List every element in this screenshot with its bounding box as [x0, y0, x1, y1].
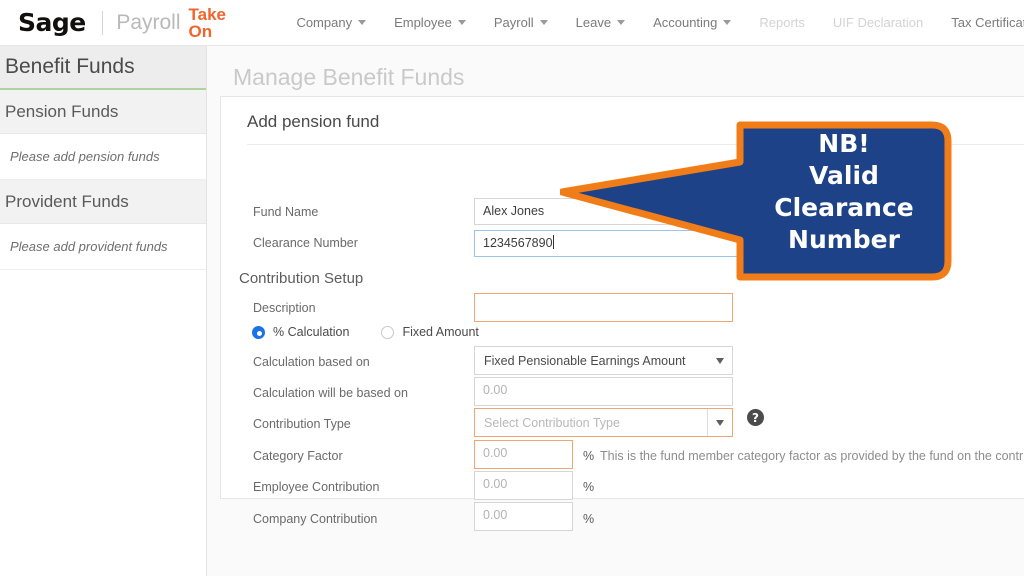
top-navigation-bar: Sage Payroll Take On Company Employee Payr… — [0, 0, 1024, 46]
callout-line-2: Valid — [809, 161, 879, 190]
product-name: Payroll — [116, 11, 181, 34]
sidebar-item-provident-funds[interactable]: Provident Funds — [0, 180, 206, 224]
radio-fixed-amount-label: Fixed Amount — [402, 325, 479, 339]
nav-item-label: Payroll — [493, 15, 534, 30]
company-contribution-input[interactable]: 0.00 — [474, 502, 573, 531]
sidebar-provident-empty-message: Please add provident funds — [0, 224, 206, 270]
category-factor-help-text: This is the fund member category factor … — [600, 449, 1024, 463]
nav-item-label: Accounting — [653, 15, 718, 30]
nav-item-label: Reports — [759, 15, 805, 30]
employee-contribution-percent-symbol: % — [583, 480, 595, 494]
app-root: Sage Payroll Take On Company Employee Payr… — [0, 0, 1024, 576]
nav-item-label: Company — [296, 15, 353, 30]
contribution-type-label: Contribution Type — [253, 417, 351, 431]
contribution-setup-heading: Contribution Setup — [239, 270, 364, 287]
sidebar-title: Benefit Funds — [0, 46, 206, 90]
nav-item-payroll[interactable]: Payroll — [480, 15, 562, 30]
fund-name-label: Fund Name — [253, 205, 319, 219]
sidebar-item-pension-funds[interactable]: Pension Funds — [0, 90, 206, 134]
nav-item-reports: Reports — [745, 15, 819, 30]
calculation-mode-radio-group: % Calculation Fixed Amount — [252, 325, 479, 339]
nav-item-uif-declaration: UIF Declaration — [819, 15, 937, 30]
nav-item-accounting[interactable]: Accounting — [639, 15, 745, 30]
nav-item-label: Leave — [575, 15, 612, 30]
calculation-based-on-label: Calculation based on — [253, 355, 370, 369]
brand-logo[interactable]: Sage Payroll Take On — [0, 6, 226, 40]
clearance-number-label: Clearance Number — [253, 236, 358, 250]
calculation-will-be-based-on-input[interactable]: 0.00 — [474, 377, 733, 406]
calculation-based-on-select[interactable]: Fixed Pensionable Earnings Amount — [474, 346, 733, 375]
company-contribution-percent-symbol: % — [583, 512, 595, 526]
company-contribution-label: Company Contribution — [253, 512, 378, 526]
sidebar-pension-empty-message: Please add pension funds — [0, 134, 206, 180]
clearance-number-value: 1234567890 — [483, 236, 553, 250]
contribution-type-value: Select Contribution Type — [484, 415, 620, 430]
chevron-down-icon — [358, 20, 367, 25]
category-factor-label: Category Factor — [253, 449, 343, 463]
category-factor-input[interactable]: 0.00 — [474, 440, 573, 469]
chevron-down-icon — [723, 20, 732, 25]
chevron-down-icon — [707, 409, 732, 436]
chevron-down-icon — [707, 347, 732, 374]
nav-item-label: Tax Certificates — [951, 15, 1024, 30]
product-tagline: Take On — [188, 4, 227, 41]
left-sidebar: Benefit Funds Pension Funds Please add p… — [0, 46, 207, 576]
chevron-down-icon — [539, 20, 548, 25]
nav-item-employee[interactable]: Employee — [380, 15, 480, 30]
callout-line-4: Number — [788, 225, 900, 254]
nav-item-label: UIF Declaration — [832, 15, 924, 30]
nav-item-label: Employee — [394, 15, 452, 30]
nav-item-tax-certificates[interactable]: Tax Certificates — [937, 15, 1024, 30]
description-label: Description — [253, 301, 316, 315]
nav-item-leave[interactable]: Leave — [562, 15, 639, 30]
brand-divider — [101, 10, 103, 35]
calculation-will-be-based-on-label: Calculation will be based on — [253, 386, 408, 400]
nav-item-company[interactable]: Company — [282, 15, 380, 30]
page-title: Manage Benefit Funds — [233, 64, 465, 90]
text-cursor — [552, 235, 554, 249]
description-input[interactable] — [474, 293, 733, 322]
chevron-down-icon — [457, 20, 466, 25]
sage-wordmark: Sage — [18, 8, 86, 37]
callout-line-1: NB! — [818, 129, 870, 158]
main-menu: Company Employee Payroll Leave Accounting Rep… — [282, 15, 1024, 30]
category-factor-percent-symbol: % — [583, 449, 595, 463]
card-title: Add pension fund — [247, 112, 380, 131]
employee-contribution-label: Employee Contribution — [253, 480, 380, 494]
calculation-based-on-value: Fixed Pensionable Earnings Amount — [484, 353, 686, 368]
help-icon[interactable]: ? — [747, 409, 764, 426]
contribution-type-select[interactable]: Select Contribution Type — [474, 408, 733, 437]
callout-text: NB! Valid Clearance Number — [740, 112, 948, 272]
chevron-down-icon — [617, 20, 626, 25]
callout-line-3: Clearance — [774, 193, 914, 222]
radio-percent-calculation[interactable] — [252, 325, 265, 339]
radio-fixed-amount[interactable] — [381, 325, 395, 339]
employee-contribution-input[interactable]: 0.00 — [474, 471, 573, 500]
radio-percent-calculation-label: % Calculation — [273, 325, 350, 339]
